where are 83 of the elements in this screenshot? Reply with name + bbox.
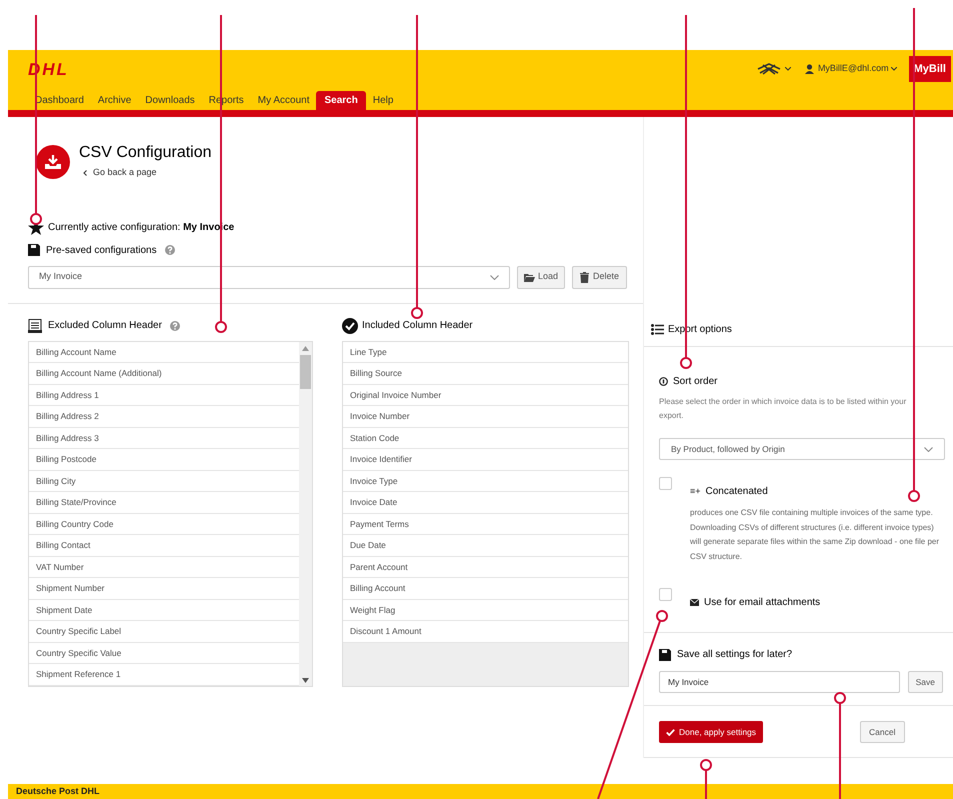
help-icon[interactable] bbox=[170, 320, 180, 330]
list-item[interactable]: Billing Address 1 bbox=[29, 384, 299, 406]
list-item[interactable]: Billing Account Name bbox=[29, 342, 299, 363]
list-item[interactable]: Shipment Reference 1 bbox=[29, 664, 299, 686]
included-title: Included Column Header bbox=[362, 319, 473, 333]
chevron-down-icon bbox=[924, 446, 933, 452]
list-item[interactable]: Invoice Date bbox=[343, 492, 628, 514]
list-icon bbox=[651, 324, 664, 334]
footer-text: Deutsche Post DHL bbox=[16, 786, 101, 797]
list-item[interactable]: Invoice Number bbox=[343, 406, 628, 428]
load-button[interactable]: Load bbox=[517, 266, 566, 288]
done-button[interactable]: Done, apply settings bbox=[659, 721, 764, 743]
list-item[interactable]: Billing Contact bbox=[29, 535, 299, 556]
configuration-name-field[interactable]: My Invoice bbox=[659, 671, 900, 693]
scrollbar[interactable] bbox=[299, 342, 312, 686]
list-item[interactable]: Billing Address 3 bbox=[29, 428, 299, 449]
checkbox[interactable] bbox=[659, 588, 672, 601]
save-settings-title: Save all settings for later? bbox=[677, 648, 792, 662]
caret-icon[interactable] bbox=[784, 67, 791, 71]
checkbox[interactable] bbox=[659, 477, 672, 490]
check-circle-icon bbox=[342, 318, 358, 334]
chevron-left-icon bbox=[83, 170, 87, 176]
trash-icon bbox=[580, 272, 590, 282]
list-item[interactable]: Billing Postcode bbox=[29, 449, 299, 470]
option-label: Concatenated bbox=[706, 485, 768, 499]
nav-tab[interactable]: My Account bbox=[250, 91, 316, 110]
folder-icon bbox=[524, 272, 535, 282]
list-item[interactable]: Weight Flag bbox=[343, 600, 628, 621]
page-title: CSV Configuration bbox=[79, 143, 212, 163]
list-item[interactable]: Station Code bbox=[343, 428, 628, 449]
chevron-down-icon bbox=[490, 274, 499, 280]
nav-tab[interactable]: Dashboard bbox=[28, 91, 91, 110]
list-item[interactable]: Billing City bbox=[29, 470, 299, 492]
app-badge[interactable]: MyBill bbox=[908, 56, 951, 82]
nav-tab[interactable]: Search bbox=[316, 91, 366, 110]
scroll-up-icon[interactable] bbox=[302, 346, 309, 350]
list-item[interactable]: Parent Account bbox=[343, 556, 628, 578]
leader-line bbox=[700, 759, 712, 799]
list-item[interactable]: Payment Terms bbox=[343, 514, 628, 535]
download-icon bbox=[36, 145, 70, 179]
envelope-icon bbox=[690, 599, 699, 606]
user-menu[interactable]: MyBillE@dhl.com bbox=[818, 62, 889, 76]
nav-tab[interactable]: Downloads bbox=[138, 91, 202, 110]
list-item[interactable]: Country Specific Value bbox=[29, 642, 299, 664]
sort-order-select[interactable]: By Product, followed by Origin bbox=[659, 438, 945, 460]
presaved-label: Pre-saved configurations bbox=[46, 244, 157, 258]
list-item[interactable]: Billing Country Code bbox=[29, 514, 299, 535]
back-link[interactable]: Go back a page bbox=[93, 166, 157, 180]
list-item[interactable]: Billing Account bbox=[343, 578, 628, 600]
user-icon bbox=[804, 64, 814, 74]
help-icon[interactable] bbox=[164, 245, 175, 255]
list-item[interactable]: Country Specific Label bbox=[29, 621, 299, 642]
option-label: Use for email attachments bbox=[704, 596, 820, 610]
list-item[interactable]: Invoice Type bbox=[343, 470, 628, 492]
caret-icon[interactable] bbox=[890, 67, 897, 71]
list-icon bbox=[28, 318, 43, 332]
save-button[interactable]: Save bbox=[908, 671, 943, 693]
nav-tab[interactable]: Help bbox=[366, 91, 400, 110]
list-item[interactable]: Billing State/Province bbox=[29, 492, 299, 514]
list-item[interactable]: Original Invoice Number bbox=[343, 384, 628, 406]
sort-order-title: Sort order bbox=[673, 375, 718, 389]
list-item[interactable]: Billing Source bbox=[343, 363, 628, 384]
list-item[interactable]: Line Type bbox=[343, 342, 628, 363]
list-item[interactable]: Shipment Date bbox=[29, 600, 299, 621]
delete-button[interactable]: Delete bbox=[572, 266, 628, 288]
check-icon bbox=[666, 728, 675, 736]
list-item[interactable]: Discount 1 Amount bbox=[343, 621, 628, 642]
scrollbar-thumb[interactable] bbox=[300, 354, 311, 388]
list-item[interactable]: Invoice Identifier bbox=[343, 449, 628, 470]
list-item[interactable]: VAT Number bbox=[29, 556, 299, 578]
option-description: produces one CSV file containing multiple invoices of the same type. Downloading CSVs of different structures (i.e. different invoice types) will generate separate files within the same Zip download - one file per CSV structure. bbox=[690, 507, 940, 562]
nav-tab[interactable]: Archive bbox=[90, 91, 138, 110]
list-item[interactable]: Billing Account Name (Additional) bbox=[29, 363, 299, 384]
scroll-down-icon[interactable] bbox=[302, 678, 309, 682]
sort-help-text: Please select the order in which invoice data is to be listed within your export. bbox=[659, 396, 908, 422]
info-icon bbox=[659, 377, 668, 386]
list-item[interactable]: Due Date bbox=[343, 535, 628, 556]
list-item[interactable]: Shipment Number bbox=[29, 578, 299, 600]
configuration-select[interactable]: My Invoice bbox=[28, 266, 510, 288]
concatenate-icon: ≡+ bbox=[690, 484, 701, 498]
list-item[interactable]: Billing Address 2 bbox=[29, 406, 299, 428]
excluded-title: Excluded Column Header bbox=[48, 319, 162, 333]
cancel-button[interactable]: Cancel bbox=[860, 721, 904, 743]
